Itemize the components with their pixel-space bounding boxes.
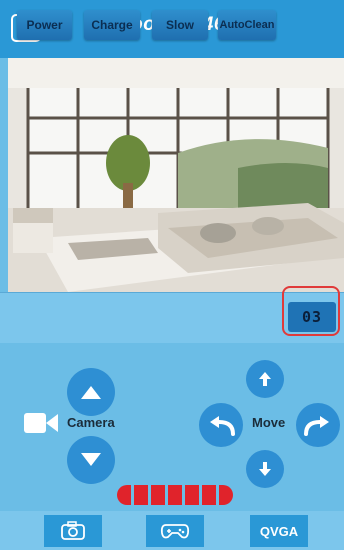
- move-backward-button[interactable]: [246, 450, 284, 488]
- power-button-label: Power: [26, 18, 63, 32]
- turn-right-icon: [304, 416, 329, 436]
- battery-indicator: [117, 484, 239, 506]
- triangle-up-icon: [81, 386, 101, 399]
- gamepad-icon: [160, 524, 190, 539]
- camera-label: Camera: [67, 415, 115, 430]
- snapshot-button[interactable]: [44, 515, 102, 547]
- resolution-label: QVGA: [259, 523, 299, 539]
- battery-segment: [134, 485, 148, 505]
- autoclean-button[interactable]: AutoClean: [218, 10, 276, 40]
- resolution-button[interactable]: QVGA: [250, 515, 308, 547]
- turn-left-icon: [210, 416, 235, 436]
- highlight-frame: [282, 286, 340, 336]
- battery-segment: [185, 485, 199, 505]
- move-label: Move: [252, 415, 286, 430]
- charge-button-label: Charge: [91, 18, 133, 32]
- battery-segment: [202, 485, 216, 505]
- video-camera-icon: [24, 413, 58, 433]
- battery-segment: [151, 485, 165, 505]
- autoclean-button-label: AutoClean: [219, 19, 275, 31]
- camera-icon: [61, 521, 85, 540]
- triangle-down-icon: [81, 453, 101, 466]
- turn-left-button[interactable]: [199, 403, 243, 447]
- arrow-down-icon: [259, 462, 271, 476]
- battery-segment: [168, 485, 182, 505]
- arrow-up-icon: [259, 372, 271, 386]
- camera-down-button[interactable]: [67, 436, 115, 484]
- camera-feed: [8, 58, 344, 292]
- battery-segment: [117, 485, 131, 505]
- charge-button[interactable]: Charge: [84, 10, 140, 40]
- power-button[interactable]: Power: [17, 10, 72, 40]
- turn-right-button[interactable]: [296, 403, 340, 447]
- battery-segment: [219, 485, 233, 505]
- slow-button[interactable]: Slow: [152, 10, 208, 40]
- camera-up-button[interactable]: [67, 368, 115, 416]
- move-forward-button[interactable]: [246, 360, 284, 398]
- slow-button-label: Slow: [165, 18, 194, 32]
- gamepad-button[interactable]: [146, 515, 204, 547]
